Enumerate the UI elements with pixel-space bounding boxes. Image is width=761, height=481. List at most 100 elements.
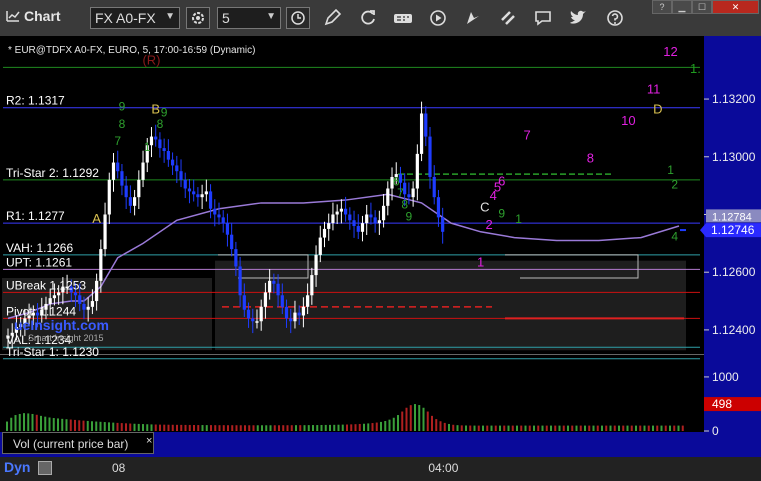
chart-annotation: 2 [485, 217, 492, 232]
comment-icon[interactable] [533, 8, 553, 28]
sequence-count: 2 [671, 178, 678, 192]
volume-bar [282, 425, 285, 431]
time-frame-button[interactable] [286, 7, 310, 29]
candle-body [284, 306, 289, 319]
volume-bar [592, 425, 595, 431]
close-window-button[interactable]: ✕ [712, 0, 759, 14]
candle-body [301, 306, 305, 316]
volume-study-tab[interactable]: Vol (current price bar) × [2, 432, 154, 454]
candle-body [103, 214, 107, 250]
pencil-icon[interactable] [322, 8, 342, 28]
volume-bar [112, 422, 115, 431]
volume-pane [0, 355, 704, 415]
volume-bar [681, 425, 684, 431]
volume-bar [65, 419, 68, 431]
volume-bar [550, 425, 552, 431]
volume-bar [222, 425, 225, 431]
candle-body [293, 312, 297, 322]
volume-bar [176, 424, 178, 431]
volume-bar [265, 425, 268, 431]
volume-bar [431, 415, 433, 431]
window-title: Chart [6, 8, 61, 24]
volume-bar [159, 424, 161, 431]
candle-body [158, 139, 162, 149]
link-icon[interactable] [498, 8, 518, 28]
volume-bar [669, 425, 671, 431]
candle-body [255, 321, 259, 323]
volume-bar [218, 425, 221, 431]
refresh-icon[interactable] [358, 8, 378, 28]
cursor-icon[interactable] [463, 8, 483, 28]
get-data-icon[interactable] [393, 8, 413, 28]
volume-bar [545, 425, 548, 431]
candle-body [234, 249, 238, 267]
volume-bar [452, 424, 455, 431]
chart-annotation: 7 [523, 127, 530, 142]
volume-bar [456, 425, 459, 431]
candle-body [204, 191, 208, 195]
volume-bar [163, 424, 166, 431]
volume-bar [82, 420, 85, 431]
volume-bar [133, 423, 136, 431]
volume-bar [618, 425, 620, 431]
interval-input[interactable]: 5 ▼ [217, 7, 281, 29]
volume-bar [571, 425, 574, 431]
volume-bar [601, 425, 603, 431]
volume-bar [375, 422, 378, 431]
candle-body [352, 220, 356, 227]
chart-area[interactable]: 98798198769 1124 (R)ABCD1245678101112 1.1… [0, 36, 761, 457]
twitter-icon[interactable] [568, 8, 588, 28]
volume-bar [358, 423, 361, 431]
candle-body [436, 197, 441, 218]
candle-body [133, 197, 137, 206]
lock-icon[interactable] [38, 461, 52, 475]
close-icon[interactable]: × [146, 435, 152, 447]
settings-button[interactable] [186, 7, 210, 29]
symbol-value: FX A0-FX [95, 10, 156, 26]
volume-bar [588, 425, 591, 431]
volume-bar [99, 421, 102, 431]
volume-bar [465, 425, 467, 431]
candle-body [238, 266, 242, 296]
volume-bar [367, 423, 370, 431]
candle-body [52, 295, 57, 299]
volume-bar [567, 425, 569, 431]
volume-bar [329, 424, 331, 431]
sequence-count: 6 [393, 175, 400, 189]
help-window-button[interactable]: ? [652, 0, 672, 14]
volume-bar [380, 421, 382, 431]
chevron-down-icon[interactable]: ▼ [165, 11, 175, 22]
volume-bar [150, 424, 153, 431]
volume-bar [635, 425, 637, 431]
candle-body [196, 194, 200, 198]
volume-bar [184, 424, 187, 431]
volume-bar [171, 424, 174, 431]
candle-body [432, 176, 436, 198]
dyn-button[interactable]: Dyn [4, 459, 30, 475]
candle-body [242, 295, 246, 310]
volume-bar [554, 425, 557, 431]
play-icon[interactable] [428, 8, 448, 28]
volume-bar [341, 424, 344, 431]
volume-bar [409, 405, 412, 431]
volume-bar [350, 424, 353, 431]
watermark-url: ueInsight.com [14, 317, 109, 333]
symbol-input[interactable]: FX A0-FX ▼ [90, 7, 180, 29]
question-icon[interactable] [605, 8, 625, 28]
candle-body [365, 214, 369, 224]
window-title-text: Chart [24, 8, 61, 24]
minimize-button[interactable]: ▁ [672, 0, 692, 14]
volume-bar [333, 424, 336, 431]
chart-annotation: 1 [477, 254, 484, 269]
candle-body [335, 211, 339, 215]
chevron-down-icon[interactable]: ▼ [266, 11, 276, 22]
sequence-count: 1 [515, 212, 522, 226]
candle-body [78, 295, 82, 304]
candle-body [120, 171, 124, 186]
volume-bar [673, 425, 676, 431]
watermark-copyright: Smart Insight 2015 [28, 333, 104, 343]
volume-bar [664, 425, 667, 431]
maximize-button[interactable]: ☐ [692, 0, 712, 14]
candle-body [356, 226, 360, 232]
candle-body [297, 312, 301, 316]
